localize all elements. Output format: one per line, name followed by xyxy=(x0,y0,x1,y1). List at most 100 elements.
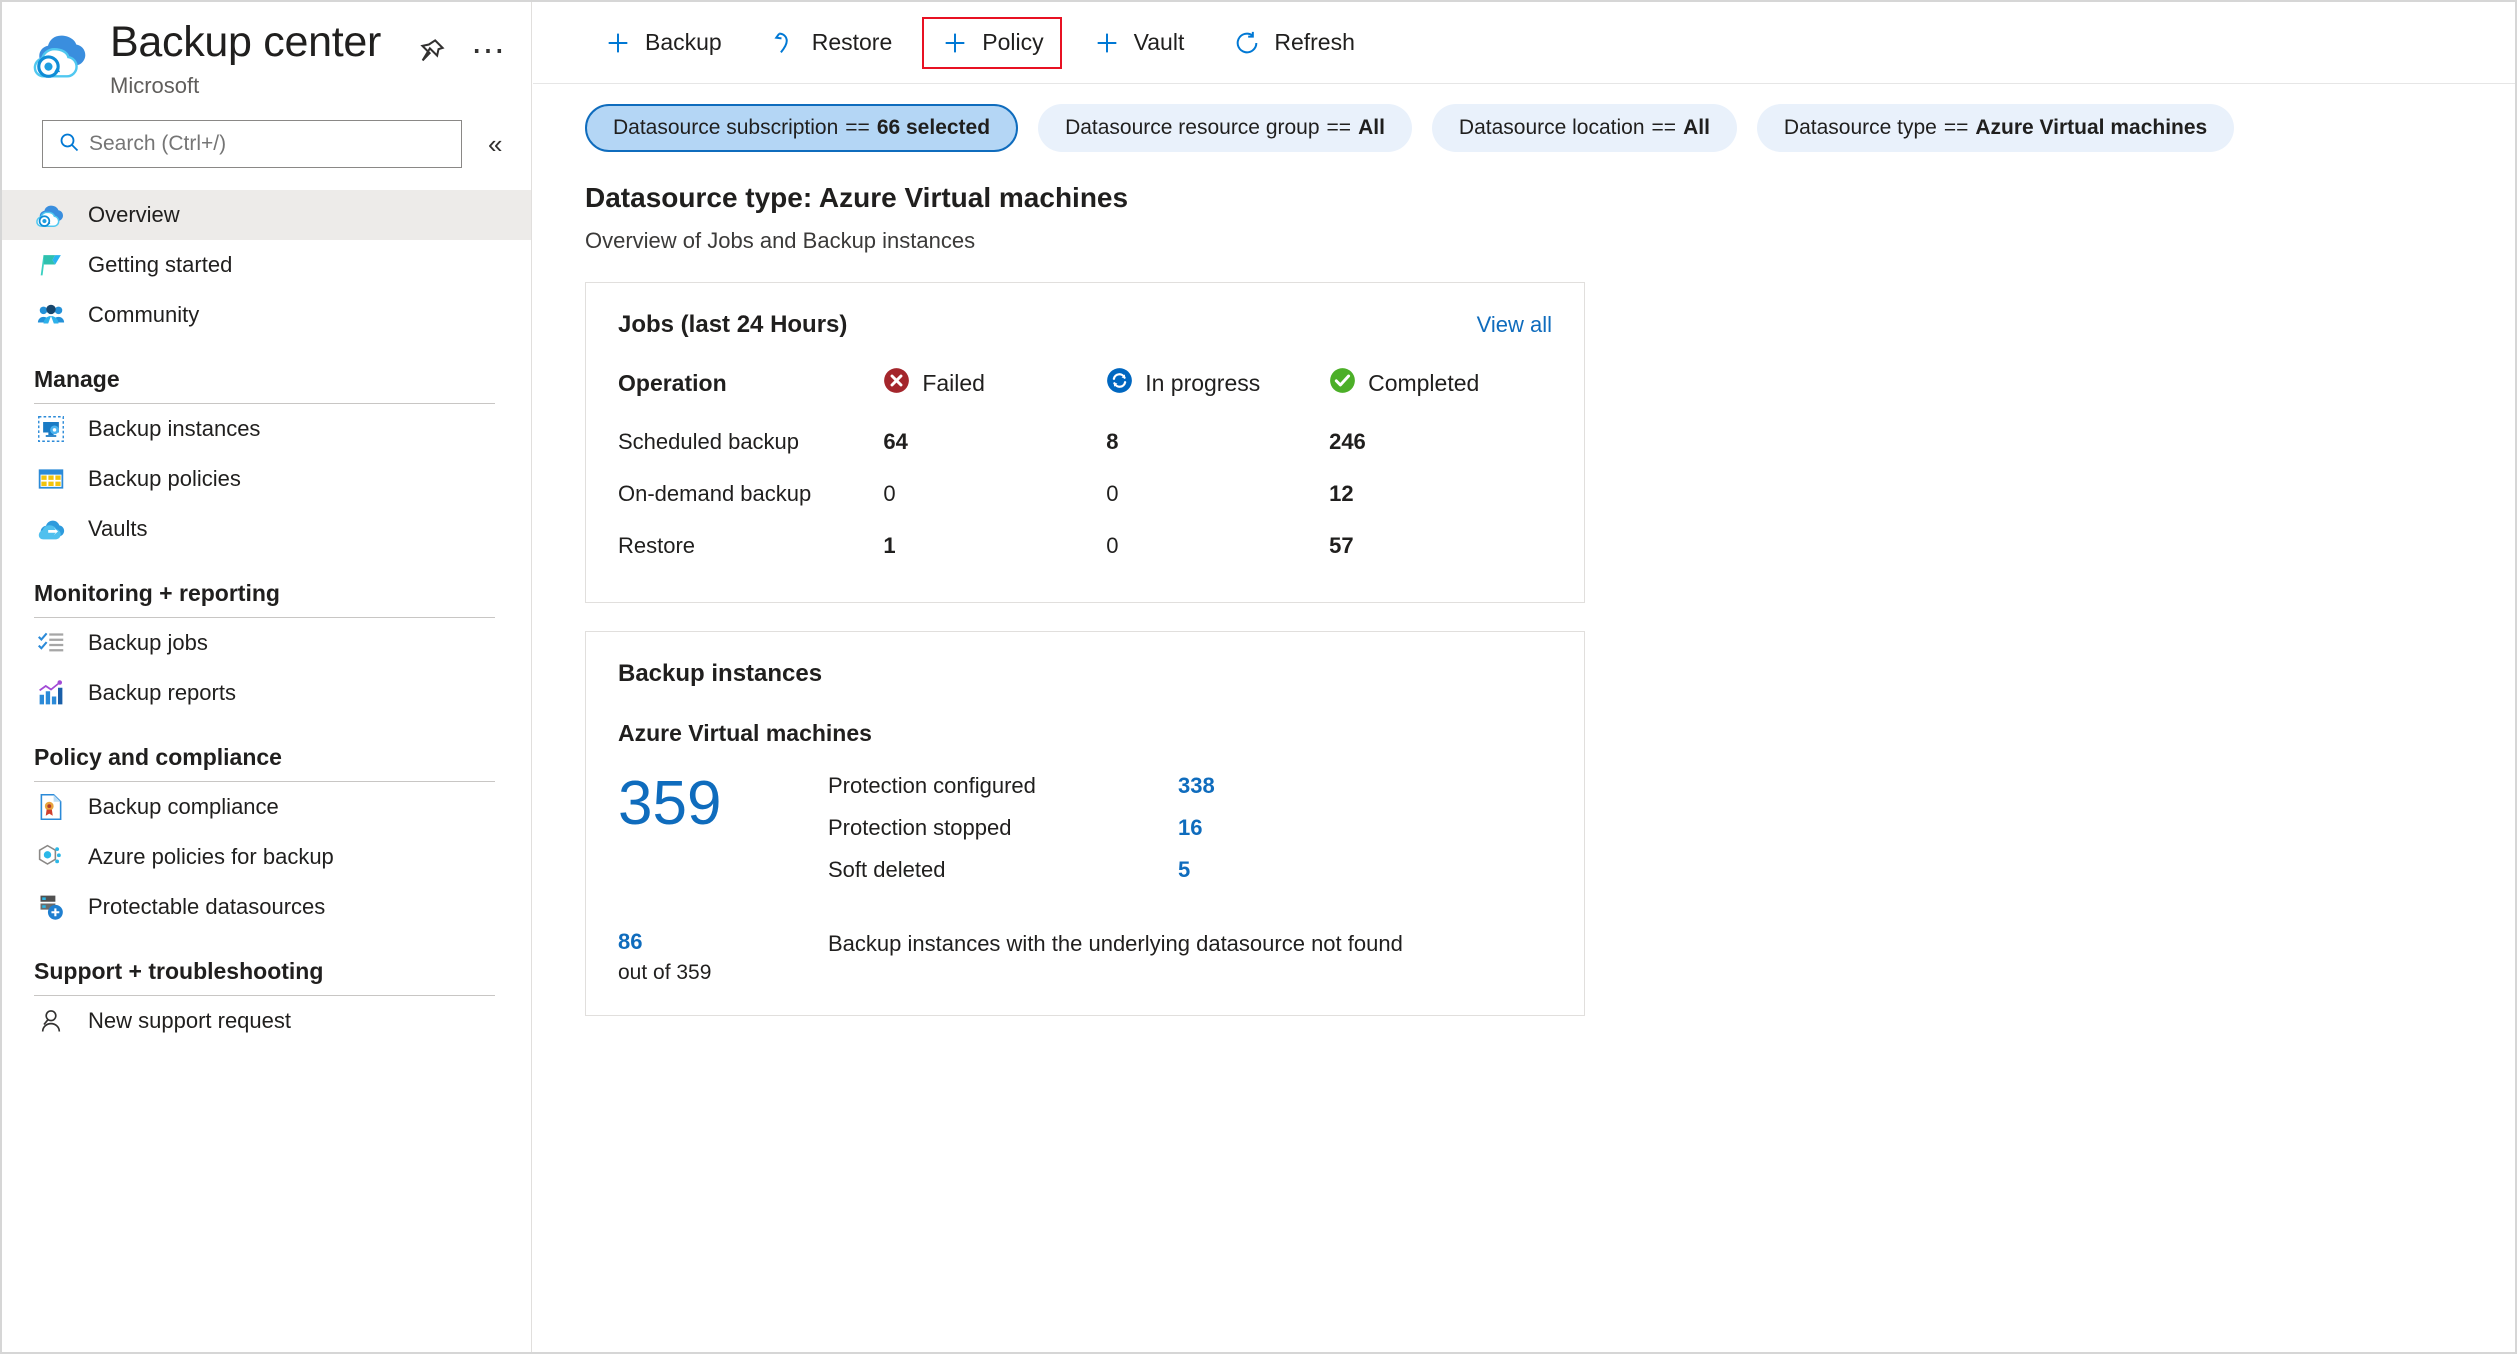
sidebar-item-backup-compliance[interactable]: Backup compliance xyxy=(2,782,531,832)
breakdown-value[interactable]: 5 xyxy=(1178,857,1190,883)
sidebar-item-label: Protectable datasources xyxy=(88,894,326,919)
sidebar-group-support: Support + troubleshooting New support re… xyxy=(2,958,531,1046)
vault-cloud-icon xyxy=(34,512,68,546)
list-item: Protection configured 338 xyxy=(828,773,1552,799)
sidebar-item-backup-reports[interactable]: Backup reports xyxy=(2,668,531,718)
jobs-card: Jobs (last 24 Hours) View all Operation xyxy=(585,282,1585,603)
filter-datasource-location[interactable]: Datasource location == All xyxy=(1431,104,1737,152)
jobs-row-failed-value: 0 xyxy=(883,481,896,506)
sidebar-item-label: Backup compliance xyxy=(88,794,279,819)
jobs-row-failed-value[interactable]: 64 xyxy=(883,416,1106,468)
jobs-row-in-progress-value: 0 xyxy=(1106,481,1119,506)
breakdown-label: Protection stopped xyxy=(828,815,1012,840)
search-box[interactable] xyxy=(42,120,462,168)
jobs-col-completed: Completed xyxy=(1329,367,1552,416)
sidebar-group-title: Monitoring + reporting xyxy=(34,580,280,606)
filter-datasource-resource-group[interactable]: Datasource resource group == All xyxy=(1038,104,1412,152)
restore-button[interactable]: Restore xyxy=(752,17,911,69)
bar-chart-icon xyxy=(34,676,68,710)
jobs-row-operation: Restore xyxy=(618,533,696,558)
sidebar-item-overview[interactable]: Overview xyxy=(2,190,531,240)
jobs-row-failed-value[interactable]: 1 xyxy=(883,520,1106,572)
breakdown-value[interactable]: 16 xyxy=(1178,815,1202,841)
brand-header: Backup center Microsoft ⋯ xyxy=(2,2,531,112)
pin-icon[interactable] xyxy=(415,34,449,68)
toolbar-button-label: Restore xyxy=(811,29,893,55)
search-input[interactable] xyxy=(89,132,419,156)
toolbar-button-label: Backup xyxy=(645,29,722,55)
breakdown-label: Protection configured xyxy=(828,773,1036,798)
in-progress-icon xyxy=(1106,367,1133,400)
filter-value: All xyxy=(1683,116,1710,139)
jobs-col-failed: Failed xyxy=(883,367,1106,416)
sidebar-item-vaults[interactable]: Vaults xyxy=(2,504,531,554)
filter-value: Azure Virtual machines xyxy=(1975,116,2208,139)
backup-instances-total: 359 xyxy=(618,769,722,838)
page-title: Backup center xyxy=(110,18,381,66)
collapse-sidebar-button[interactable]: « xyxy=(488,131,502,157)
sidebar-item-backup-instances[interactable]: Backup instances xyxy=(2,404,531,454)
breakdown-label: Soft deleted xyxy=(828,857,946,882)
breakdown-value[interactable]: 338 xyxy=(1178,773,1215,799)
sidebar-item-label: Backup reports xyxy=(88,680,236,705)
policy-button[interactable]: Policy xyxy=(922,16,1062,69)
sidebar-item-azure-policies-for-backup[interactable]: Azure policies for backup xyxy=(2,832,531,882)
vault-button[interactable]: Vault xyxy=(1074,17,1203,69)
jobs-row-operation: On-demand backup xyxy=(618,481,812,506)
filter-operator: == xyxy=(1326,116,1352,139)
more-options-icon[interactable]: ⋯ xyxy=(471,34,505,68)
search-row: « xyxy=(2,120,531,168)
sidebar-item-label: Backup instances xyxy=(88,416,261,441)
cloud-backup-icon xyxy=(34,198,68,232)
flag-icon xyxy=(34,248,68,282)
sidebar-item-label: Getting started xyxy=(88,252,233,277)
backup-instance-icon xyxy=(34,412,68,446)
backup-instances-breakdown: Protection configured 338 Protection sto… xyxy=(828,773,1552,899)
sidebar-item-community[interactable]: Community xyxy=(2,290,531,340)
backup-instances-card: Backup instances Azure Virtual machines … xyxy=(585,631,1585,1016)
sidebar-group-title: Manage xyxy=(34,366,120,392)
footer-out-of: out of 359 xyxy=(618,961,712,984)
sidebar-item-new-support-request[interactable]: New support request xyxy=(2,996,531,1046)
plus-icon xyxy=(1092,28,1122,58)
footer-description: Backup instances with the underlying dat… xyxy=(828,931,1403,956)
sidebar-item-label: Backup policies xyxy=(88,466,241,491)
sidebar-item-getting-started[interactable]: Getting started xyxy=(2,240,531,290)
jobs-table: Operation Failed In progress Completed S… xyxy=(618,367,1552,572)
sidebar-item-label: Vaults xyxy=(88,516,148,541)
sidebar-item-label: Community xyxy=(88,302,200,327)
filter-value: All xyxy=(1358,116,1385,139)
jobs-row-in-progress-value[interactable]: 8 xyxy=(1106,416,1329,468)
jobs-col-operation: Operation xyxy=(618,370,727,396)
jobs-col-in-progress-label: In progress xyxy=(1145,370,1261,396)
filter-operator: == xyxy=(1651,116,1677,139)
jobs-view-all-link[interactable]: View all xyxy=(1477,312,1552,338)
filter-label: Datasource resource group xyxy=(1065,116,1320,139)
sidebar-item-backup-policies[interactable]: Backup policies xyxy=(2,454,531,504)
content-area: Datasource type: Azure Virtual machines … xyxy=(533,152,2515,1016)
backup-button[interactable]: Backup xyxy=(585,17,740,69)
footer-count[interactable]: 86 xyxy=(618,929,828,955)
backup-instances-footer: 86 out of 359 Backup instances with the … xyxy=(618,929,1552,985)
backup-center-page: Backup center Microsoft ⋯ « xyxy=(0,0,2517,1354)
jobs-col-failed-label: Failed xyxy=(922,370,985,396)
filter-datasource-type[interactable]: Datasource type == Azure Virtual machine… xyxy=(1756,104,2235,152)
sidebar-group-manage: Manage Backup instances Backup policies … xyxy=(2,366,531,554)
completed-icon xyxy=(1329,367,1356,400)
sidebar-item-backup-jobs[interactable]: Backup jobs xyxy=(2,618,531,668)
jobs-row-completed-value[interactable]: 57 xyxy=(1329,520,1552,572)
jobs-row-completed-value[interactable]: 12 xyxy=(1329,468,1552,520)
filter-label: Datasource subscription xyxy=(613,116,839,139)
filter-value: 66 selected xyxy=(876,116,991,139)
refresh-button[interactable]: Refresh xyxy=(1214,17,1373,69)
filter-label: Datasource type xyxy=(1783,116,1937,139)
command-toolbar: Backup Restore Policy Vault Refresh xyxy=(533,2,2515,84)
backup-instances-body: 359 Protection configured 338 Protection… xyxy=(618,773,1552,899)
jobs-row-completed-value[interactable]: 246 xyxy=(1329,416,1552,468)
filter-label: Datasource location xyxy=(1458,116,1645,139)
sidebar-item-protectable-datasources[interactable]: Protectable datasources xyxy=(2,882,531,932)
sidebar-group-title: Support + troubleshooting xyxy=(34,958,324,984)
sidebar-nav: Overview Getting started Community Manag… xyxy=(2,190,531,1046)
filter-datasource-subscription[interactable]: Datasource subscription == 66 selected xyxy=(585,104,1019,152)
sidebar-group-policy-compliance: Policy and compliance Backup compliance … xyxy=(2,744,531,932)
